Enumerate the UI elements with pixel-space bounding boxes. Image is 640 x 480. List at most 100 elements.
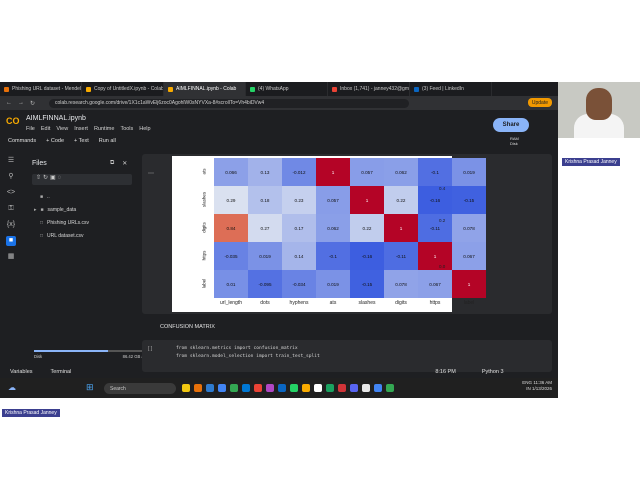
address-bar: ← → ↻ colab.research.google.com/drive/1X… (0, 96, 558, 110)
menu-item[interactable]: View (56, 126, 68, 132)
browser-tab[interactable]: Copy of UntitledX.ipynb - Colab (82, 82, 164, 96)
heatmap-col-label: hyphens (289, 300, 309, 306)
weather-icon[interactable]: ☁ (8, 383, 16, 392)
run-cell-button[interactable]: [ ] (148, 346, 152, 352)
taskbar-app-icon[interactable] (326, 384, 334, 392)
files-title: Files (32, 160, 47, 167)
taskbar-app-icon[interactable] (350, 384, 358, 392)
tray-clock[interactable]: 11:36 AM (533, 380, 552, 385)
code-icon[interactable]: <> (6, 188, 16, 198)
taskbar-app-icon[interactable] (242, 384, 250, 392)
toc-icon[interactable]: ☰ (6, 156, 16, 166)
tab-favicon-icon (414, 86, 419, 92)
file-item[interactable]: □ Phishing URLs.csv (40, 220, 89, 226)
heatmap-cell: -0.1 (316, 242, 350, 270)
menu-item[interactable]: Insert (74, 126, 88, 132)
cell-menu-icon[interactable]: ⋯ (148, 170, 154, 177)
heatmap-cell: -0.095 (248, 270, 282, 298)
runtime-label[interactable]: Python 3 (482, 369, 504, 375)
variables-button[interactable]: Variables (10, 369, 33, 375)
menu-bar: File Edit View Insert Runtime Tools Help (26, 126, 151, 132)
heatmap-cell: 0.057 (316, 186, 350, 214)
toolbar-button[interactable]: Commands (8, 138, 36, 144)
taskbar-app-icon[interactable] (218, 384, 226, 392)
section-heading: CONFUSION MATRIX (160, 324, 215, 330)
heatmap-row-label: ats (201, 168, 207, 175)
tray-region: IN (526, 386, 531, 391)
browser-tab[interactable]: Phishing URL dataset - Mendele (0, 82, 82, 96)
tab-label: Copy of UntitledX.ipynb - Colab (94, 86, 164, 92)
heatmap-cell: 0.062 (316, 214, 350, 242)
tab-label: (3) Feed | LinkedIn (422, 86, 464, 92)
tab-favicon-icon (4, 86, 9, 92)
reload-icon[interactable]: ↻ (30, 100, 35, 107)
tab-label: AIMLFINNAL.ipynb - Colab (176, 86, 237, 92)
heatmap-cell: -0.16 (418, 186, 452, 214)
toolbar-button[interactable]: + Text (74, 138, 89, 144)
heatmap-cell: 0.066 (214, 158, 248, 186)
update-button[interactable]: Update (527, 98, 552, 107)
taskbar-app-icon[interactable] (254, 384, 262, 392)
heatmap-cell: -0.11 (384, 242, 418, 270)
file-item[interactable]: □ URL dataset.csv (40, 233, 84, 239)
browser-tab[interactable]: (3) Feed | LinkedIn (410, 82, 492, 96)
tray-lang[interactable]: ENG (522, 380, 532, 385)
taskbar-app-icon[interactable] (194, 384, 202, 392)
browser-tab[interactable]: Inbox (1,741) - janney432@gm (328, 82, 410, 96)
url-input[interactable]: colab.research.google.com/drive/1X1c1aWv… (49, 98, 410, 108)
menu-item[interactable]: Edit (41, 126, 50, 132)
taskbar-app-icon[interactable] (230, 384, 238, 392)
colab-logo[interactable]: CO (6, 116, 20, 126)
colorbar-tick: 0.4 (439, 186, 446, 191)
taskbar-app-icon[interactable] (338, 384, 346, 392)
terminal-button[interactable]: Terminal (51, 369, 72, 375)
taskbar-app-icon[interactable] (302, 384, 310, 392)
toolbar-button[interactable]: Run all (99, 138, 116, 144)
heatmap-col-label: url_length (220, 300, 242, 306)
code-line[interactable]: from sklearn.metrics import confusion_ma… (176, 346, 298, 351)
heatmap-cell: 0.18 (248, 186, 282, 214)
menu-item[interactable]: Help (139, 126, 150, 132)
menu-item[interactable]: File (26, 126, 35, 132)
ram-disk-indicator[interactable]: RAM Disk (510, 136, 519, 146)
start-icon[interactable]: ⊞ (86, 382, 94, 393)
participant-name-badge-top: Krishna Prasad Janney (562, 158, 620, 166)
taskbar-app-icon[interactable] (266, 384, 274, 392)
browser-tab[interactable]: AIMLFINNAL.ipynb - Colab (164, 82, 246, 96)
folder-icon[interactable]: ■ (6, 236, 16, 246)
taskbar-app-icon[interactable] (314, 384, 322, 392)
heatmap-cell: -0.034 (282, 270, 316, 298)
share-button[interactable]: Share (493, 118, 529, 132)
taskbar-app-icon[interactable] (386, 384, 394, 392)
variables-icon[interactable]: {x} (6, 220, 16, 230)
close-icon[interactable]: ✕ (122, 160, 127, 167)
toolbar-button[interactable]: + Code (46, 138, 64, 144)
open-tab-icon[interactable]: ⧉ (110, 160, 114, 167)
search-icon[interactable]: ⚲ (6, 172, 16, 182)
folder-icon: ■ (40, 194, 44, 200)
notebook-name[interactable]: AIMLFINNAL.ipynb (26, 115, 86, 122)
taskbar-app-icon[interactable] (290, 384, 298, 392)
forward-icon[interactable]: → (18, 100, 24, 106)
heatmap-row-label: https (201, 250, 207, 261)
folder-icon: ■ (40, 207, 44, 213)
back-icon[interactable]: ← (6, 100, 12, 106)
key-icon[interactable]: ⚿ (6, 204, 16, 214)
menu-item[interactable]: Tools (120, 126, 133, 132)
taskbar-search[interactable]: Search (104, 383, 176, 394)
code-line[interactable]: from sklearn.model_selection import trai… (176, 354, 320, 359)
heatmap-cell: 0.019 (248, 242, 282, 270)
taskbar-app-icon[interactable] (278, 384, 286, 392)
taskbar-app-icon[interactable] (182, 384, 190, 392)
file-item[interactable]: ▸ ■ sample_data (34, 207, 76, 213)
taskbar-app-icon[interactable] (374, 384, 382, 392)
browser-tab[interactable]: (4) WhatsApp (246, 82, 328, 96)
participant-head (586, 88, 612, 120)
taskbar-app-icon[interactable] (362, 384, 370, 392)
file-item[interactable]: ■.. (40, 194, 50, 200)
files-action-bar[interactable]: ⇧↻▣◌ (32, 174, 132, 185)
taskbar-app-icon[interactable] (206, 384, 214, 392)
menu-item[interactable]: Runtime (94, 126, 114, 132)
terminal-icon[interactable]: ▦ (6, 252, 16, 262)
colab-footer: Variables Terminal 8:16 PM Python 3 (0, 366, 558, 378)
